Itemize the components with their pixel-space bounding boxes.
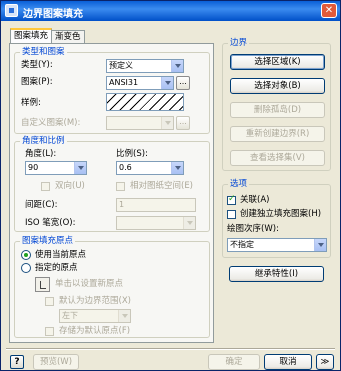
store-default-origin-checkbox[interactable] [45, 327, 54, 336]
pattern-label: 图案(P): [21, 77, 53, 87]
extents-position-value: 左下 [62, 311, 78, 320]
hatch-tab-panel: 类型和图案 类型(Y): 预定义 图案(P): ANSI31 ... 样例: 自… [9, 43, 214, 343]
relative-paper-label: 相对图纸空间(E) [130, 181, 194, 191]
type-label: 类型(Y): [21, 60, 53, 70]
custom-pattern-label: 自定义图案(M): [21, 118, 81, 128]
boundary-group: 边界 选择区域(K) 选择对象(B) 删除孤岛(D) 重新创建边界(R) 查看选… [222, 38, 331, 171]
custom-pattern-browse-button[interactable]: ... [176, 116, 190, 130]
ok-button[interactable]: 确定 [208, 354, 260, 370]
default-extents-checkbox[interactable] [45, 297, 54, 306]
chevron-down-icon [314, 239, 326, 251]
specified-origin-label: 指定的原点 [35, 263, 78, 273]
double-label: 双向(U) [55, 181, 85, 191]
inherit-properties-button[interactable]: 继承特性(I) [229, 266, 324, 282]
pattern-browse-button[interactable]: ... [176, 76, 190, 90]
extents-position-select[interactable]: 左下 [59, 309, 131, 323]
window-title: 边界图案填充 [23, 9, 83, 20]
chevron-down-icon [161, 117, 173, 129]
custom-pattern-select[interactable] [106, 116, 174, 130]
hatch-dialog: 边界图案填充 ✕ 图案填充 渐变色 类型和图案 类型(Y): 预定义 图案(P)… [0, 0, 341, 371]
type-select[interactable]: 预定义 [106, 59, 184, 73]
angle-scale-legend: 角度和比例 [20, 136, 67, 147]
pick-points-button[interactable]: 选择区域(K) [230, 54, 325, 70]
angle-select-value: 90 [28, 163, 39, 172]
relative-paper-checkbox[interactable] [116, 182, 125, 191]
more-options-button[interactable]: ≫ [316, 354, 334, 370]
hatch-origin-group: 图案填充原点 使用当前原点 指定的原点 单击以设置新原点 默认为边界范围(X) … [14, 236, 210, 338]
associative-label: 关联(A) [240, 195, 270, 205]
iso-pen-label: ISO 笔宽(O): [25, 218, 76, 228]
help-icon[interactable]: ? [10, 355, 24, 369]
chevron-down-icon [171, 60, 183, 72]
remove-islands-button[interactable]: 删除孤岛(D) [230, 102, 325, 118]
iso-pen-select[interactable] [116, 216, 196, 230]
cancel-button[interactable]: 取消 [264, 354, 312, 370]
spacing-label: 间距(C): [25, 200, 58, 210]
scale-select-value: 0.6 [119, 163, 132, 172]
close-button[interactable]: ✕ [321, 3, 337, 18]
chevron-down-icon [171, 162, 183, 174]
options-legend: 选项 [228, 179, 250, 190]
select-objects-button[interactable]: 选择对象(B) [230, 78, 325, 94]
chevron-down-icon [161, 77, 173, 89]
set-origin-pick-icon[interactable] [35, 277, 50, 292]
sample-label: 样例: [21, 98, 41, 108]
chevron-down-icon [183, 217, 195, 229]
specified-origin-radio[interactable] [21, 263, 31, 273]
store-default-origin-label: 存储为默认原点(F) [59, 326, 131, 336]
default-extents-label: 默认为边界范围(X) [59, 296, 131, 306]
title-bar[interactable]: 边界图案填充 ✕ [1, 1, 340, 21]
chevron-down-icon [74, 162, 86, 174]
click-set-origin-label: 单击以设置新原点 [55, 279, 124, 289]
boundary-legend: 边界 [228, 38, 250, 49]
use-current-origin-label: 使用当前原点 [35, 250, 87, 260]
view-selections-button[interactable]: 查看选择集(V) [230, 150, 325, 166]
recreate-boundary-button[interactable]: 重新创建边界(R) [230, 126, 325, 142]
pattern-select[interactable]: ANSI31 [106, 76, 174, 90]
angle-scale-group: 角度和比例 角度(L): 比例(S): 90 0.6 双向(U) 相对图纸空间(… [14, 136, 210, 232]
footer-divider [6, 348, 335, 350]
associative-checkbox[interactable] [227, 194, 236, 205]
options-group: 选项 关联(A) 创建独立填充图案(H) 绘图次序(W): 不指定 [222, 179, 331, 258]
double-checkbox[interactable] [41, 182, 50, 191]
spacing-input[interactable]: 1 [116, 198, 196, 212]
pattern-select-value: ANSI31 [109, 78, 139, 87]
hatch-origin-legend: 图案填充原点 [20, 236, 76, 247]
draw-order-value: 不指定 [230, 240, 254, 249]
use-current-origin-radio[interactable] [21, 250, 31, 260]
type-pattern-legend: 类型和图案 [20, 47, 67, 58]
scale-label: 比例(S): [116, 149, 148, 159]
chevron-down-icon [118, 310, 130, 322]
type-select-value: 预定义 [109, 61, 133, 70]
preview-button[interactable]: 预览(W) [33, 354, 79, 370]
pattern-sample-swatch[interactable] [106, 93, 184, 111]
independent-hatch-label: 创建独立填充图案(H) [240, 209, 322, 219]
type-pattern-group: 类型和图案 类型(Y): 预定义 图案(P): ANSI31 ... 样例: 自… [14, 47, 210, 134]
app-icon [5, 4, 18, 17]
independent-hatch-checkbox[interactable] [227, 210, 236, 219]
tab-hatch[interactable]: 图案填充 [10, 28, 53, 44]
scale-select[interactable]: 0.6 [116, 161, 184, 175]
tab-gradient[interactable]: 渐变色 [51, 30, 85, 44]
angle-label: 角度(L): [25, 149, 57, 159]
draw-order-label: 绘图次序(W): [227, 224, 279, 234]
draw-order-select[interactable]: 不指定 [227, 238, 327, 252]
angle-select[interactable]: 90 [25, 161, 87, 175]
